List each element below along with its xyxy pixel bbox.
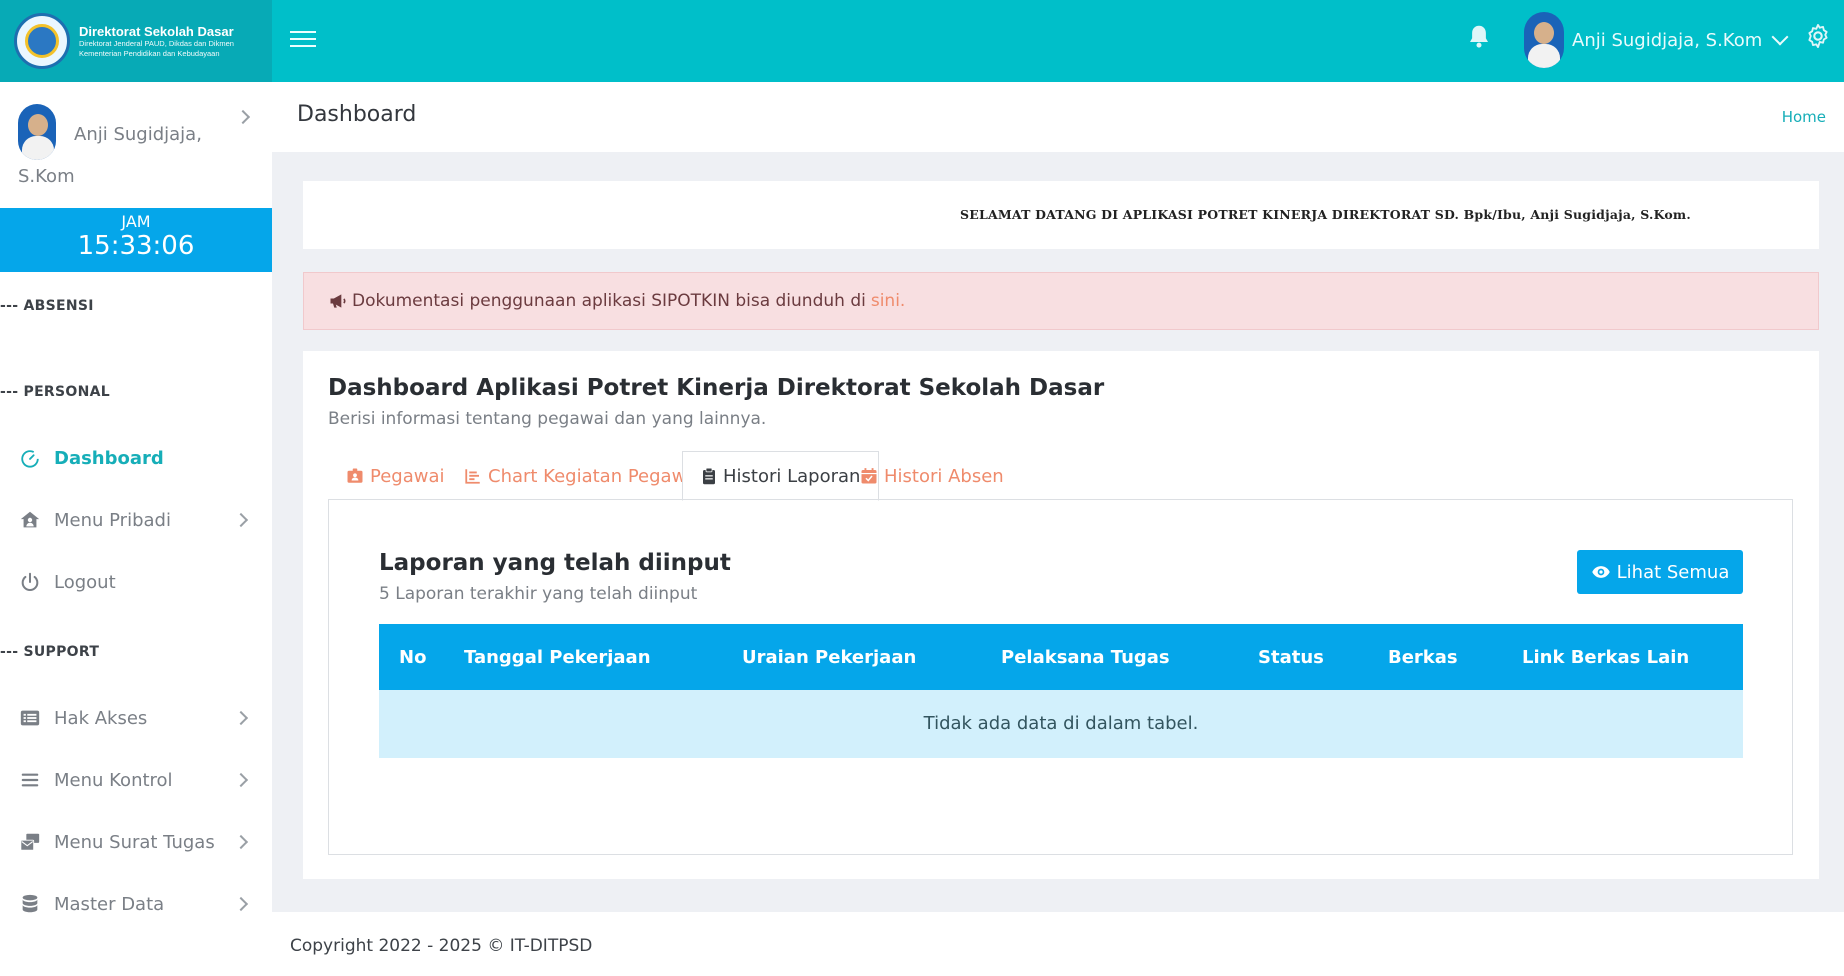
- panel-subtitle: 5 Laporan terakhir yang telah diinput: [379, 584, 698, 604]
- section-personal: --- PERSONAL: [0, 384, 110, 400]
- chart-icon: [464, 467, 482, 485]
- logo-icon: [14, 13, 70, 69]
- card-title: Dashboard Aplikasi Potret Kinerja Direkt…: [328, 375, 1105, 401]
- tab-label: Histori Absen: [884, 465, 1004, 487]
- column-header-uraian[interactable]: Uraian Pekerjaan: [742, 647, 916, 668]
- button-label: Lihat Semua: [1616, 561, 1730, 583]
- section-absensi: --- ABSENSI: [0, 298, 94, 314]
- sidebar-item-menu-kontrol[interactable]: Menu Kontrol: [18, 760, 254, 800]
- column-header-pelaksana[interactable]: Pelaksana Tugas: [1001, 647, 1170, 668]
- sidebar-item-label: Menu Kontrol: [54, 769, 173, 791]
- tab-bar: Pegawai Chart Kegiatan Pegawai Histori L…: [328, 451, 1793, 501]
- user-name: Anji Sugidjaja, S.Kom: [1572, 29, 1763, 51]
- clock-label: JAM: [121, 212, 151, 231]
- dashboard-card: Dashboard Aplikasi Potret Kinerja Direkt…: [303, 351, 1819, 879]
- user-dropdown[interactable]: Anji Sugidjaja, S.Kom: [1524, 12, 1789, 68]
- sidebar-item-hak-akses[interactable]: Hak Akses: [18, 698, 254, 738]
- tab-panel-histori-laporan: Laporan yang telah diinput 5 Laporan ter…: [328, 499, 1793, 855]
- chevron-right-icon: [233, 896, 249, 912]
- alert-text: Dokumentasi penggunaan aplikasi SIPOTKIN…: [352, 291, 866, 311]
- laporan-table: No Tanggal Pekerjaan Uraian Pekerjaan Pe…: [379, 624, 1743, 758]
- sidebar-item-label: Logout: [54, 571, 116, 593]
- bell-icon[interactable]: [1464, 22, 1494, 52]
- tab-label: Pegawai: [370, 465, 445, 487]
- breadcrumb-home[interactable]: Home: [1782, 108, 1826, 126]
- chevron-right-icon: [235, 109, 251, 125]
- sidebar-item-label: Master Data: [54, 893, 165, 915]
- table-header: No Tanggal Pekerjaan Uraian Pekerjaan Pe…: [379, 624, 1743, 690]
- megaphone-icon: [328, 291, 348, 311]
- column-header-status[interactable]: Status: [1258, 647, 1324, 668]
- hamburger-menu-icon[interactable]: [290, 26, 316, 50]
- clock-time: 15:33:06: [77, 231, 195, 261]
- section-support: --- SUPPORT: [0, 644, 100, 660]
- sidebar-item-dashboard[interactable]: Dashboard: [18, 438, 254, 478]
- welcome-banner: SELAMAT DATANG DI APLIKASI POTRET KINERJ…: [303, 181, 1819, 249]
- tab-histori-absen[interactable]: Histori Absen: [842, 451, 1022, 501]
- brand[interactable]: Direktorat Sekolah Dasar Direktorat Jend…: [0, 0, 272, 82]
- lihat-semua-button[interactable]: Lihat Semua: [1577, 550, 1743, 594]
- tab-label: Chart Kegiatan Pegawai: [488, 465, 703, 487]
- column-header-no[interactable]: No: [399, 647, 426, 668]
- chevron-right-icon: [233, 512, 249, 528]
- tab-pegawai[interactable]: Pegawai: [328, 451, 463, 501]
- chevron-right-icon: [233, 834, 249, 850]
- sidebar-item-label: Hak Akses: [54, 707, 148, 729]
- chevron-right-icon: [233, 710, 249, 726]
- top-navbar: Direktorat Sekolah Dasar Direktorat Jend…: [0, 0, 1844, 82]
- sidebar-item-master-data[interactable]: Master Data: [18, 884, 254, 924]
- chevron-down-icon: [1771, 28, 1789, 46]
- column-header-berkas[interactable]: Berkas: [1388, 647, 1458, 668]
- column-header-link-berkas[interactable]: Link Berkas Lain: [1522, 647, 1689, 668]
- brand-subtitle-2: Kementerian Pendidikan dan Kebudayaan: [79, 48, 220, 58]
- footer: Copyright 2022 - 2025 © IT-DITPSD: [272, 912, 1844, 976]
- page-header: Dashboard Home: [272, 82, 1844, 152]
- avatar: [1524, 12, 1564, 68]
- brand-subtitle-1: Direktorat Jenderal PAUD, Dikdas dan Dik…: [79, 38, 234, 48]
- sidebar-item-menu-surat-tugas[interactable]: Menu Surat Tugas: [18, 822, 254, 862]
- id-badge-icon: [346, 467, 364, 485]
- sidebar-item-menu-pribadi[interactable]: Menu Pribadi: [18, 500, 254, 540]
- tab-chart-kegiatan-pegawai[interactable]: Chart Kegiatan Pegawai: [446, 451, 720, 501]
- sidebar-item-label: Dashboard: [54, 447, 164, 469]
- sidebar-user-name: Anji Sugidjaja, S.Kom: [18, 124, 202, 187]
- clock-widget: JAM 15:33:06: [0, 208, 272, 272]
- power-icon: [18, 570, 42, 594]
- welcome-text: SELAMAT DATANG DI APLIKASI POTRET KINERJ…: [960, 207, 1691, 222]
- download-link[interactable]: sini.: [871, 291, 905, 311]
- sidebar-item-label: Menu Pribadi: [54, 509, 171, 531]
- mail-bulk-icon: [18, 830, 42, 854]
- panel-title: Laporan yang telah diinput: [379, 550, 731, 576]
- clipboard-icon: [701, 467, 717, 485]
- table-empty-row: Tidak ada data di dalam tabel.: [379, 690, 1743, 758]
- database-icon: [18, 892, 42, 916]
- brand-title: Direktorat Sekolah Dasar: [79, 23, 234, 39]
- bars-icon: [18, 768, 42, 792]
- sidebar: Anji Sugidjaja, S.Kom JAM 15:33:06 --- A…: [0, 82, 272, 976]
- sidebar-item-label: Menu Surat Tugas: [54, 831, 215, 853]
- gear-icon[interactable]: [1804, 22, 1832, 50]
- gauge-icon: [18, 446, 42, 470]
- sidebar-item-logout[interactable]: Logout: [18, 562, 254, 602]
- home-user-icon: [18, 508, 42, 532]
- list-icon: [18, 706, 42, 730]
- eye-icon: [1591, 562, 1611, 582]
- copyright-text: Copyright 2022 - 2025 © IT-DITPSD: [290, 936, 593, 956]
- page-title: Dashboard: [297, 102, 417, 127]
- card-subtitle: Berisi informasi tentang pegawai dan yan…: [328, 409, 767, 429]
- chevron-right-icon: [233, 772, 249, 788]
- sidebar-user[interactable]: Anji Sugidjaja, S.Kom: [0, 82, 272, 208]
- column-header-tanggal[interactable]: Tanggal Pekerjaan: [464, 647, 651, 668]
- calendar-check-icon: [860, 467, 878, 485]
- info-alert: Dokumentasi penggunaan aplikasi SIPOTKIN…: [303, 272, 1819, 330]
- tab-label: Histori Laporan: [723, 465, 861, 487]
